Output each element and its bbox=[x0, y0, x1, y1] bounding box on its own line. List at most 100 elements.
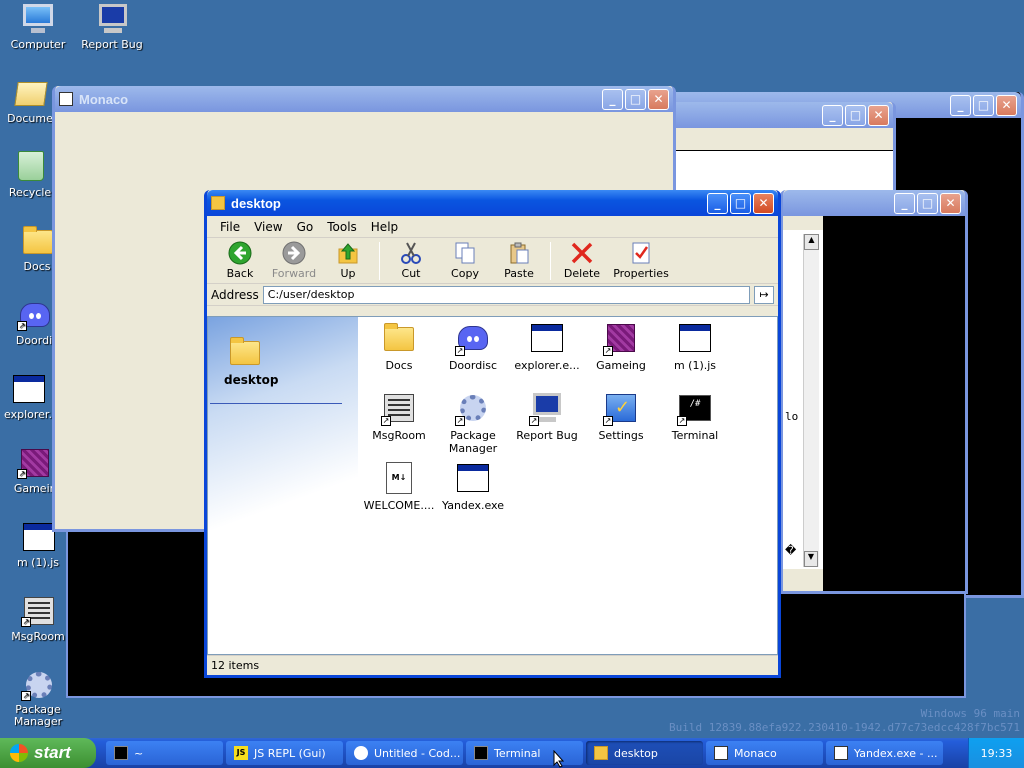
cut-button[interactable]: Cut bbox=[384, 241, 438, 280]
task-terminal[interactable]: Terminal bbox=[466, 741, 583, 765]
minimize-button[interactable]: _ bbox=[707, 192, 728, 214]
title-bar[interactable]: Monaco _ □ ✕ bbox=[55, 86, 673, 112]
build-watermark-line2: Build 12839.88efa922.230410-1942.d77c73e… bbox=[669, 721, 1020, 734]
close-button[interactable]: ✕ bbox=[868, 104, 889, 126]
menu-file[interactable]: File bbox=[213, 220, 247, 234]
menu-tools[interactable]: Tools bbox=[320, 220, 364, 234]
explorer-window[interactable]: desktop _ □ ✕ File View Go Tools Help Ba… bbox=[204, 190, 781, 678]
window-icon bbox=[714, 746, 728, 760]
address-input[interactable]: C:/user/desktop bbox=[262, 285, 750, 304]
properties-button[interactable]: Properties bbox=[609, 241, 673, 280]
title-bar[interactable]: desktop _ □ ✕ bbox=[207, 190, 778, 216]
maximize-button[interactable]: □ bbox=[625, 88, 646, 110]
minimize-button[interactable]: _ bbox=[894, 192, 915, 214]
file-item-welcome[interactable]: M↓ WELCOME.... bbox=[362, 461, 436, 512]
file-item-gameing[interactable]: ↗ Gameing bbox=[584, 321, 658, 372]
properties-icon bbox=[629, 241, 653, 265]
file-label: explorer.e... bbox=[514, 359, 580, 372]
up-button[interactable]: Up bbox=[321, 241, 375, 280]
window-icon bbox=[678, 321, 712, 355]
desktop-icon-msgroom[interactable]: ↗ MsgRoom bbox=[0, 594, 76, 643]
delete-button[interactable]: Delete bbox=[555, 241, 609, 280]
task-yandex[interactable]: Yandex.exe - ... bbox=[826, 741, 943, 765]
desktop-icon-computer[interactable]: Computer bbox=[0, 2, 76, 51]
file-label: Yandex.exe bbox=[442, 499, 504, 512]
window-icon bbox=[834, 746, 848, 760]
menu-go[interactable]: Go bbox=[290, 220, 321, 234]
package-manager-icon: ↗ bbox=[455, 391, 490, 426]
minimize-button[interactable]: _ bbox=[950, 94, 971, 116]
maximize-button[interactable]: □ bbox=[917, 192, 938, 214]
menu-view[interactable]: View bbox=[247, 220, 289, 234]
title-bar[interactable]: _ □ ✕ bbox=[783, 190, 965, 216]
report-bug-icon bbox=[96, 2, 128, 34]
js-icon: JS bbox=[234, 746, 248, 760]
file-item-terminal[interactable]: /# ↗ Terminal bbox=[658, 391, 732, 442]
folder-icon bbox=[228, 335, 262, 369]
desktop-icon-package-manager[interactable]: ↗ Package Manager bbox=[0, 668, 76, 728]
maximize-button[interactable]: □ bbox=[973, 94, 994, 116]
maximize-button[interactable]: □ bbox=[730, 192, 751, 214]
background-window-scroll[interactable]: _ □ ✕ lo � ▲ ▼ bbox=[780, 190, 968, 594]
close-button[interactable]: ✕ bbox=[940, 192, 961, 214]
file-item-m1js[interactable]: m (1).js bbox=[658, 321, 732, 372]
file-item-yandex[interactable]: Yandex.exe bbox=[436, 461, 510, 512]
minimize-button[interactable]: _ bbox=[602, 88, 623, 110]
address-bar: Address C:/user/desktop ↦ bbox=[207, 284, 778, 306]
task-label: Terminal bbox=[494, 746, 541, 760]
task-js-repl[interactable]: JS JS REPL (Gui) bbox=[226, 741, 343, 765]
system-tray-clock[interactable]: 19:33 bbox=[968, 738, 1024, 768]
scrollbar[interactable]: ▲ ▼ bbox=[803, 234, 819, 567]
task-untitled-code[interactable]: Untitled - Cod... bbox=[346, 741, 463, 765]
settings-icon: ↗ bbox=[603, 391, 638, 426]
start-button[interactable]: start bbox=[0, 738, 96, 768]
task-pane-divider bbox=[210, 403, 342, 404]
task-desktop[interactable]: desktop bbox=[586, 741, 703, 765]
file-label: WELCOME.... bbox=[363, 499, 435, 512]
maximize-button[interactable]: □ bbox=[845, 104, 866, 126]
paste-label: Paste bbox=[504, 267, 534, 280]
delete-label: Delete bbox=[563, 267, 601, 280]
file-item-doordisc[interactable]: ↗ Doordisc bbox=[436, 321, 510, 372]
file-item-msgroom[interactable]: ↗ MsgRoom bbox=[362, 391, 436, 442]
msgroom-icon: ↗ bbox=[381, 391, 416, 426]
gaming-icon: ↗ bbox=[603, 321, 638, 356]
menu-help[interactable]: Help bbox=[364, 220, 405, 234]
file-label: Gameing bbox=[596, 359, 646, 372]
close-button[interactable]: ✕ bbox=[753, 192, 774, 214]
toolbar: Back Forward Up Cut Copy Paste Delete Pr… bbox=[207, 238, 778, 284]
task-pane-title: desktop bbox=[224, 373, 279, 387]
back-label: Back bbox=[226, 267, 254, 280]
build-watermark-line1: Windows 96 main bbox=[920, 707, 1020, 720]
dark-area bbox=[823, 216, 965, 591]
file-label: m (1).js bbox=[673, 359, 717, 372]
go-arrow-icon[interactable]: ↦ bbox=[754, 285, 774, 304]
desktop-icon-report-bug[interactable]: Report Bug bbox=[74, 2, 150, 51]
scroll-down-arrow-icon[interactable]: ▼ bbox=[804, 551, 818, 567]
desktop-icon-label: Computer bbox=[10, 38, 66, 51]
close-button[interactable]: ✕ bbox=[996, 94, 1017, 116]
minimize-button[interactable]: _ bbox=[822, 104, 843, 126]
task-monaco[interactable]: Monaco bbox=[706, 741, 823, 765]
forward-button[interactable]: Forward bbox=[267, 241, 321, 280]
folder-icon bbox=[594, 746, 608, 760]
file-item-docs[interactable]: Docs bbox=[362, 321, 436, 372]
gaming-icon: ↗ bbox=[17, 446, 50, 479]
task-terminal-home[interactable]: ~ bbox=[106, 741, 223, 765]
file-item-settings[interactable]: ↗ Settings bbox=[584, 391, 658, 442]
copy-icon bbox=[453, 241, 477, 265]
scroll-up-arrow-icon[interactable]: ▲ bbox=[804, 234, 819, 250]
close-button[interactable]: ✕ bbox=[648, 88, 669, 110]
title-bar[interactable]: _ □ ✕ bbox=[663, 102, 893, 128]
terminal-icon bbox=[474, 746, 488, 760]
file-label: Settings bbox=[598, 429, 644, 442]
file-item-package-manager[interactable]: ↗ Package Manager bbox=[436, 391, 510, 455]
folder-icon bbox=[21, 224, 53, 256]
file-item-report-bug[interactable]: ↗ Report Bug bbox=[510, 391, 584, 442]
paste-button[interactable]: Paste bbox=[492, 241, 546, 280]
terminal-icon bbox=[114, 746, 128, 760]
file-label: Report Bug bbox=[516, 429, 578, 442]
back-button[interactable]: Back bbox=[213, 241, 267, 280]
file-item-explorer[interactable]: explorer.e... bbox=[510, 321, 584, 372]
copy-button[interactable]: Copy bbox=[438, 241, 492, 280]
